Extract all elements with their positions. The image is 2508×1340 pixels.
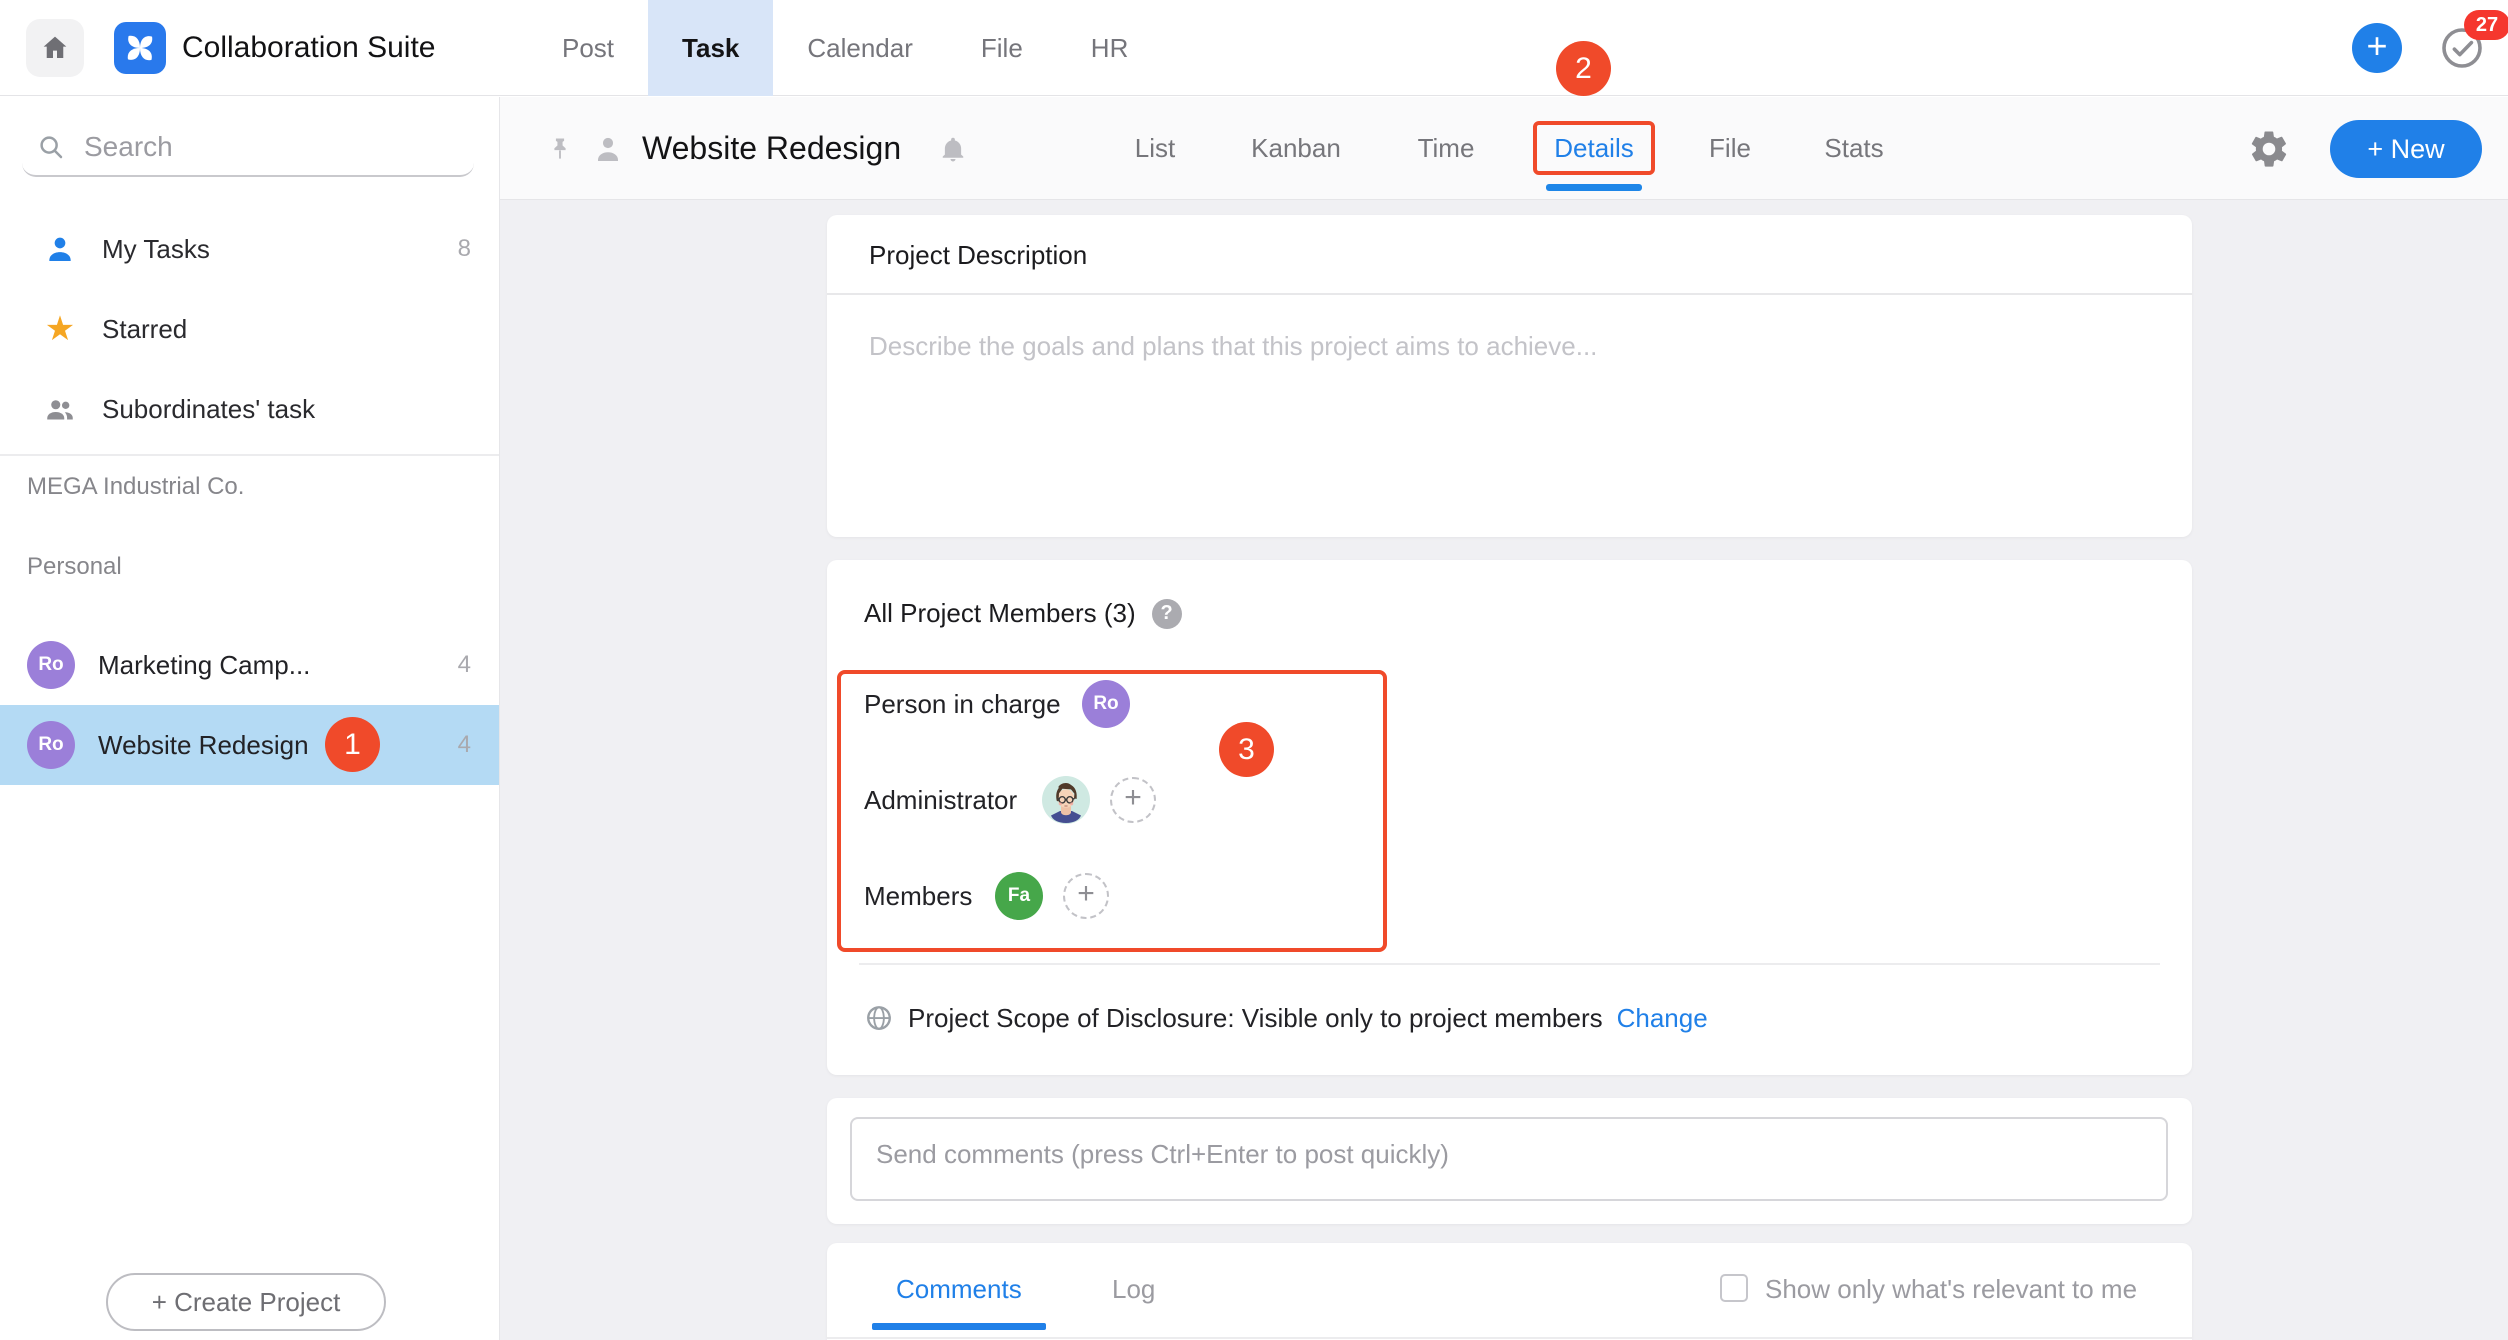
relevant-filter-label: Show only what's relevant to me xyxy=(1765,1243,2137,1335)
add-member-button[interactable]: + xyxy=(1063,873,1109,919)
relevant-filter-checkbox[interactable] xyxy=(1720,1274,1748,1302)
sidebar-divider xyxy=(0,454,499,456)
add-administrator-button[interactable]: + xyxy=(1110,777,1156,823)
pin-icon xyxy=(546,135,574,163)
star-icon: ★ xyxy=(40,312,80,346)
app-title: Collaboration Suite xyxy=(182,0,436,96)
project-description-card: Project Description xyxy=(827,215,2192,537)
top-navigation: Post Task Calendar File HR xyxy=(528,0,1162,96)
settings-button[interactable] xyxy=(2248,97,2290,200)
sidebar-item-my-tasks[interactable]: My Tasks 8 xyxy=(0,209,499,289)
bell-icon xyxy=(938,134,968,164)
pinwheel-logo-icon xyxy=(121,29,159,67)
sidebar-section-personal: Personal xyxy=(27,553,122,581)
person-icon xyxy=(40,233,80,265)
project-label: Marketing Camp... xyxy=(98,650,310,681)
owner-button[interactable] xyxy=(592,97,624,200)
project-title: Website Redesign xyxy=(642,97,901,200)
comment-input-card xyxy=(827,1098,2192,1224)
project-label: Website Redesign xyxy=(98,730,309,761)
members-card-divider xyxy=(859,963,2160,965)
project-header: Website Redesign List Kanban Time Detail… xyxy=(500,97,2508,200)
tab-list[interactable]: List xyxy=(1135,97,1175,200)
activity-feed-card: Comments Log Show only what's relevant t… xyxy=(827,1243,2192,1340)
annotation-badge-3: 3 xyxy=(1219,722,1274,777)
sidebar-item-label: Subordinates' task xyxy=(102,394,315,425)
home-icon xyxy=(39,32,71,64)
sidebar-project-marketing[interactable]: Ro Marketing Camp... 4 xyxy=(0,625,499,705)
description-textarea[interactable] xyxy=(869,295,2150,505)
comment-input[interactable] xyxy=(850,1117,2168,1201)
content-area: Project Description All Project Members … xyxy=(500,200,2508,1340)
administrator-avatar[interactable] xyxy=(1042,776,1090,824)
project-count: 4 xyxy=(458,651,471,679)
sidebar-section-company: MEGA Industrial Co. xyxy=(27,473,244,501)
project-avatar: Ro xyxy=(27,721,75,769)
tab-kanban[interactable]: Kanban xyxy=(1251,97,1341,200)
topnav-calendar[interactable]: Calendar xyxy=(773,0,947,96)
people-icon xyxy=(40,392,80,426)
globe-icon xyxy=(864,1003,894,1033)
app-logo[interactable] xyxy=(114,22,166,74)
todo-count-badge: 27 xyxy=(2464,10,2508,40)
topbar-actions: + 27 xyxy=(2352,0,2486,96)
pin-button[interactable] xyxy=(546,97,574,200)
scope-of-disclosure-text: Project Scope of Disclosure: Visible onl… xyxy=(908,1003,1603,1034)
gear-icon xyxy=(2248,128,2290,170)
help-icon[interactable]: ? xyxy=(1152,599,1182,629)
sidebar-project-website-redesign[interactable]: Ro Website Redesign 4 xyxy=(0,705,499,785)
sidebar-item-label: My Tasks xyxy=(102,234,210,265)
top-bar: Collaboration Suite Post Task Calendar F… xyxy=(0,0,2508,96)
search-icon xyxy=(36,132,66,162)
global-add-button[interactable]: + xyxy=(2352,23,2402,73)
tab-comments[interactable]: Comments xyxy=(896,1243,1022,1335)
administrator-avatar-image xyxy=(1042,776,1090,824)
person-in-charge-avatar[interactable]: Ro xyxy=(1082,680,1130,728)
todo-button[interactable]: 27 xyxy=(2438,24,2486,72)
topnav-file[interactable]: File xyxy=(947,0,1057,96)
project-count: 4 xyxy=(458,731,471,759)
project-avatar: Ro xyxy=(27,641,75,689)
person-icon xyxy=(592,133,624,165)
sidebar: My Tasks 8 ★ Starred Subordinates' task … xyxy=(0,97,500,1340)
members-label: Members xyxy=(864,881,972,912)
sidebar-item-subordinates-task[interactable]: Subordinates' task xyxy=(0,369,499,449)
scope-change-link[interactable]: Change xyxy=(1617,1003,1708,1034)
sidebar-item-starred[interactable]: ★ Starred xyxy=(0,289,499,369)
topnav-task[interactable]: Task xyxy=(648,0,773,96)
annotation-badge-2: 2 xyxy=(1556,41,1611,96)
tab-time[interactable]: Time xyxy=(1418,97,1475,200)
app-window: Collaboration Suite Post Task Calendar F… xyxy=(0,0,2508,1340)
topnav-hr[interactable]: HR xyxy=(1057,0,1163,96)
active-tab-underline xyxy=(1546,184,1642,191)
search-input[interactable] xyxy=(84,131,424,163)
notification-button[interactable] xyxy=(938,97,968,200)
project-members-card: All Project Members (3) ? Person in char… xyxy=(827,560,2192,1075)
description-card-title: Project Description xyxy=(827,215,2192,295)
tab-log[interactable]: Log xyxy=(1112,1243,1155,1335)
active-feed-tab-underline xyxy=(872,1323,1046,1330)
annotation-badge-1: 1 xyxy=(325,717,380,772)
member-avatar[interactable]: Fa xyxy=(995,872,1043,920)
administrator-label: Administrator xyxy=(864,785,1017,816)
sidebar-item-label: Starred xyxy=(102,314,187,345)
feed-divider xyxy=(827,1337,2192,1339)
create-project-button[interactable]: + Create Project xyxy=(106,1273,386,1331)
task-count: 8 xyxy=(458,235,471,263)
topnav-post[interactable]: Post xyxy=(528,0,648,96)
person-in-charge-label: Person in charge xyxy=(864,689,1061,720)
tab-file[interactable]: File xyxy=(1709,97,1751,200)
tab-stats[interactable]: Stats xyxy=(1824,97,1883,200)
new-task-button[interactable]: + New xyxy=(2330,120,2482,178)
sidebar-search[interactable] xyxy=(22,119,474,177)
members-card-title: All Project Members (3) xyxy=(864,598,1136,629)
home-button[interactable] xyxy=(26,19,84,77)
